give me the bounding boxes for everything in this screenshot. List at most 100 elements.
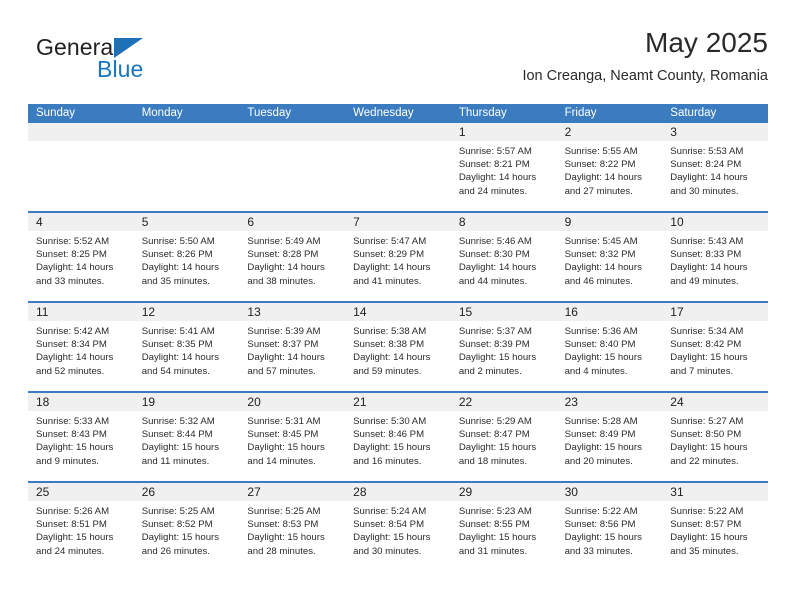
weekday-header-monday: Monday <box>141 107 183 119</box>
day-daylight1-text: Daylight: 15 hours <box>564 352 642 364</box>
day-sunrise-text: Sunrise: 5:41 AM <box>141 326 215 337</box>
day-cell[interactable]: 25 Sunrise: 5:26 AM Sunset: 8:51 PM Dayligh… <box>28 483 134 571</box>
day-daylight1-text: Daylight: 14 hours <box>564 172 642 184</box>
day-number: 3 <box>670 125 677 139</box>
day-details: Sunrise: 5:28 AM Sunset: 8:49 PM Daylight:… <box>557 411 663 468</box>
day-number-band: 11 <box>28 303 134 321</box>
day-daylight2-text: and 16 minutes. <box>353 455 422 467</box>
day-number: 21 <box>353 395 367 409</box>
day-cell[interactable]: 4 Sunrise: 5:52 AM Sunset: 8:25 PM Daylight… <box>28 213 134 301</box>
day-sunset-text: Sunset: 8:56 PM <box>564 519 636 531</box>
day-number-band: 26 <box>133 483 240 501</box>
day-cell[interactable]: 5 Sunrise: 5:50 AM Sunset: 8:26 PM Daylight… <box>133 213 240 301</box>
day-number-band: 7 <box>345 213 451 231</box>
day-details: Sunrise: 5:30 AM Sunset: 8:46 PM Daylight:… <box>345 411 451 468</box>
day-cell[interactable]: 17 Sunrise: 5:34 AM Sunset: 8:42 PM Dayligh… <box>662 303 768 391</box>
day-number-band: 18 <box>28 393 134 411</box>
day-number: 19 <box>141 395 156 409</box>
day-cell[interactable]: 2 Sunrise: 5:55 AM Sunset: 8:22 PM Daylight… <box>556 123 663 211</box>
day-details: Sunrise: 5:52 AM Sunset: 8:25 PM Daylight:… <box>28 231 134 288</box>
day-cell[interactable]: 6 Sunrise: 5:49 AM Sunset: 8:28 PM Daylight… <box>239 213 346 301</box>
day-daylight1-text: Daylight: 14 hours <box>670 172 748 184</box>
day-cell[interactable]: 14 Sunrise: 5:38 AM Sunset: 8:38 PM Dayligh… <box>345 303 451 391</box>
day-details: Sunrise: 5:43 AM Sunset: 8:33 PM Daylight:… <box>662 231 768 288</box>
day-daylight1-text: Daylight: 14 hours <box>141 352 220 364</box>
day-sunrise-text: Sunrise: 5:37 AM <box>458 326 532 337</box>
day-cell[interactable]: 27 Sunrise: 5:25 AM Sunset: 8:53 PM Dayligh… <box>239 483 346 571</box>
calendar-week-row: 18 Sunrise: 5:33 AM Sunset: 8:43 PM Dayligh… <box>28 391 768 481</box>
weekday-header-sunday: Sunday <box>36 107 76 119</box>
day-cell[interactable]: 3 Sunrise: 5:53 AM Sunset: 8:24 PM Daylight… <box>662 123 768 211</box>
day-daylight2-text: and 54 minutes. <box>141 365 210 377</box>
day-cell[interactable]: 31 Sunrise: 5:22 AM Sunset: 8:57 PM Dayligh… <box>662 483 768 571</box>
page-header: General Blue May 2025 Ion Creanga, Neamt… <box>28 26 768 100</box>
day-number-band: 4 <box>28 213 134 231</box>
day-cell[interactable]: 16 Sunrise: 5:36 AM Sunset: 8:40 PM Dayligh… <box>556 303 663 391</box>
day-number: 11 <box>36 305 49 319</box>
day-cell[interactable]: 20 Sunrise: 5:31 AM Sunset: 8:45 PM Dayligh… <box>239 393 346 481</box>
day-daylight1-text: Daylight: 15 hours <box>36 532 114 544</box>
day-number: 13 <box>247 305 261 319</box>
day-cell[interactable]: 12 Sunrise: 5:41 AM Sunset: 8:35 PM Dayligh… <box>133 303 240 391</box>
day-sunrise-text: Sunrise: 5:43 AM <box>670 236 744 247</box>
day-cell[interactable]: 13 Sunrise: 5:39 AM Sunset: 8:37 PM Dayligh… <box>239 303 346 391</box>
day-cell[interactable]: 10 Sunrise: 5:43 AM Sunset: 8:33 PM Dayligh… <box>662 213 768 301</box>
day-sunset-text: Sunset: 8:22 PM <box>564 159 636 171</box>
day-sunset-text: Sunset: 8:35 PM <box>141 339 213 351</box>
day-sunrise-text: Sunrise: 5:25 AM <box>247 506 321 517</box>
day-cell[interactable]: 18 Sunrise: 5:33 AM Sunset: 8:43 PM Dayligh… <box>28 393 134 481</box>
day-daylight1-text: Daylight: 14 hours <box>353 352 431 364</box>
day-sunrise-text: Sunrise: 5:42 AM <box>36 326 110 337</box>
day-number-band: 8 <box>450 213 557 231</box>
day-number: 30 <box>564 485 578 499</box>
day-cell[interactable]: 21 Sunrise: 5:30 AM Sunset: 8:46 PM Dayligh… <box>345 393 451 481</box>
day-cell[interactable]: 24 Sunrise: 5:27 AM Sunset: 8:50 PM Dayligh… <box>662 393 768 481</box>
day-sunset-text: Sunset: 8:50 PM <box>670 429 742 441</box>
day-daylight2-text: and 52 minutes. <box>36 365 105 377</box>
day-cell[interactable]: 26 Sunrise: 5:25 AM Sunset: 8:52 PM Dayligh… <box>133 483 240 571</box>
day-cell[interactable]: 7 Sunrise: 5:47 AM Sunset: 8:29 PM Daylight… <box>345 213 451 301</box>
day-details: Sunrise: 5:49 AM Sunset: 8:28 PM Daylight:… <box>239 231 345 288</box>
day-number: 1 <box>458 125 466 139</box>
day-daylight1-text: Daylight: 15 hours <box>353 532 431 544</box>
day-cell[interactable]: 15 Sunrise: 5:37 AM Sunset: 8:39 PM Dayligh… <box>450 303 557 391</box>
day-sunset-text: Sunset: 8:33 PM <box>670 249 742 261</box>
day-cell[interactable]: 23 Sunrise: 5:28 AM Sunset: 8:49 PM Dayligh… <box>556 393 663 481</box>
weekday-header-friday: Friday <box>564 107 597 119</box>
day-cell[interactable]: 30 Sunrise: 5:22 AM Sunset: 8:56 PM Dayligh… <box>556 483 663 571</box>
day-cell[interactable]: 8 Sunrise: 5:46 AM Sunset: 8:30 PM Daylight… <box>450 213 557 301</box>
day-sunset-text: Sunset: 8:55 PM <box>458 519 530 531</box>
day-number-band: 10 <box>662 213 768 231</box>
day-sunset-text: Sunset: 8:47 PM <box>458 429 530 441</box>
day-sunrise-text: Sunrise: 5:47 AM <box>353 236 427 247</box>
day-sunset-text: Sunset: 8:57 PM <box>670 519 742 531</box>
day-cell[interactable]: 11 Sunrise: 5:42 AM Sunset: 8:34 PM Dayligh… <box>28 303 134 391</box>
day-details: Sunrise: 5:57 AM Sunset: 8:21 PM Daylight:… <box>451 141 557 198</box>
day-sunrise-text: Sunrise: 5:33 AM <box>36 416 110 427</box>
day-number: 27 <box>247 485 261 499</box>
day-daylight2-text: and 2 minutes. <box>458 365 522 377</box>
calendar-week-row: 1 Sunrise: 5:57 AM Sunset: 8:21 PM Daylight… <box>28 123 768 211</box>
day-cell[interactable]: 9 Sunrise: 5:45 AM Sunset: 8:32 PM Daylight… <box>556 213 663 301</box>
day-details: Sunrise: 5:29 AM Sunset: 8:47 PM Daylight:… <box>451 411 557 468</box>
day-cell[interactable]: 19 Sunrise: 5:32 AM Sunset: 8:44 PM Dayligh… <box>133 393 240 481</box>
day-cell[interactable]: 22 Sunrise: 5:29 AM Sunset: 8:47 PM Dayligh… <box>450 393 557 481</box>
day-details: Sunrise: 5:34 AM Sunset: 8:42 PM Daylight:… <box>662 321 768 378</box>
day-daylight1-text: Daylight: 15 hours <box>247 442 325 454</box>
day-number-band: 25 <box>28 483 134 501</box>
day-cell[interactable]: 29 Sunrise: 5:23 AM Sunset: 8:55 PM Dayligh… <box>450 483 557 571</box>
day-daylight2-text: and 9 minutes. <box>36 455 99 467</box>
day-details: Sunrise: 5:55 AM Sunset: 8:22 PM Daylight:… <box>557 141 663 198</box>
day-number-band <box>239 123 346 141</box>
day-daylight2-text: and 24 minutes. <box>36 545 105 557</box>
day-cell[interactable]: 1 Sunrise: 5:57 AM Sunset: 8:21 PM Daylight… <box>450 123 557 211</box>
day-number-band: 28 <box>345 483 451 501</box>
day-sunset-text: Sunset: 8:28 PM <box>247 249 319 261</box>
day-daylight2-text: and 49 minutes. <box>670 275 739 287</box>
day-cell[interactable]: 28 Sunrise: 5:24 AM Sunset: 8:54 PM Dayligh… <box>345 483 451 571</box>
day-daylight1-text: Daylight: 14 hours <box>36 352 114 364</box>
day-sunset-text: Sunset: 8:21 PM <box>458 159 530 171</box>
day-daylight1-text: Daylight: 14 hours <box>564 262 642 274</box>
day-details: Sunrise: 5:25 AM Sunset: 8:53 PM Daylight:… <box>239 501 345 558</box>
day-details: Sunrise: 5:46 AM Sunset: 8:30 PM Daylight:… <box>451 231 557 288</box>
